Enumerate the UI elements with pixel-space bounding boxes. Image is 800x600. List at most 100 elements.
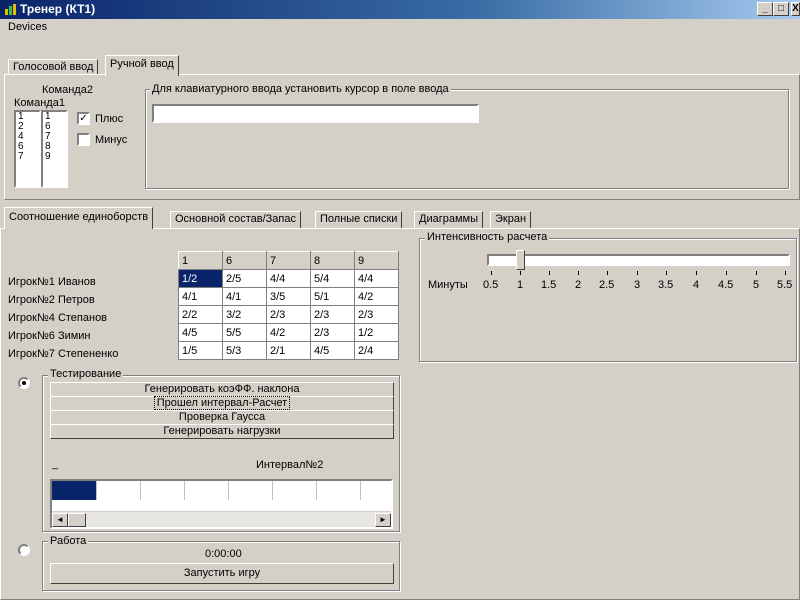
team2-label: Команда2: [42, 84, 93, 96]
interval-cell-filled: [52, 481, 96, 500]
slider-tick: [549, 271, 550, 275]
grid-cell[interactable]: 5/3: [222, 341, 267, 360]
grid-cell[interactable]: 4/4: [354, 269, 399, 288]
grid-cell[interactable]: 1/5: [178, 341, 223, 360]
slider-scale-label: 2: [575, 279, 582, 291]
ratio-grid[interactable]: 1 6 7 8 9 1/2 2/5 4/4 5/4 4/4 4/1 4/1 3/…: [178, 251, 399, 360]
team2-listbox[interactable]: 1 6 7 8 9: [41, 110, 68, 188]
team1-label: Команда1: [14, 97, 65, 109]
grid-cell[interactable]: 1/2: [178, 269, 223, 288]
minutes-label: Минуты: [428, 279, 468, 291]
grid-header-cell: 7: [266, 251, 311, 270]
interval-calc-button[interactable]: Прошел интервал-Расчет: [50, 396, 394, 411]
grid-cell[interactable]: 2/3: [310, 305, 355, 324]
interval-cell: [360, 481, 391, 500]
interval-cell: [96, 481, 140, 500]
slider-tick: [785, 271, 786, 275]
close-icon[interactable]: X: [791, 2, 800, 16]
slider-tick: [726, 271, 727, 275]
work-radio[interactable]: [18, 544, 30, 556]
grid-cell[interactable]: 2/5: [222, 269, 267, 288]
minimize-icon[interactable]: _: [757, 2, 773, 16]
slider-tick: [666, 271, 667, 275]
grid-cell[interactable]: 2/3: [310, 323, 355, 342]
grid-cell[interactable]: 5/1: [310, 287, 355, 306]
start-game-button[interactable]: Запустить игру: [50, 563, 394, 584]
gauss-check-button[interactable]: Проверка Гаусса: [50, 410, 394, 425]
button-label: Генерировать коэФФ. наклона: [144, 383, 300, 395]
grid-cell[interactable]: 4/4: [266, 269, 311, 288]
plus-checkbox[interactable]: ✓: [77, 112, 90, 125]
player-row-label: Игрок№7 Степененко: [8, 348, 119, 360]
grid-cell[interactable]: 4/1: [178, 287, 223, 306]
grid-cell[interactable]: 2/2: [178, 305, 223, 324]
scroll-thumb[interactable]: [68, 513, 86, 527]
plus-label: Плюс: [95, 113, 124, 125]
grid-cell[interactable]: 2/1: [266, 341, 311, 360]
interval-cell: [272, 481, 316, 500]
slider-scale-label: 1.5: [541, 279, 557, 291]
slider-scale-label: 4.5: [718, 279, 734, 291]
scroll-right-icon[interactable]: ►: [375, 513, 391, 527]
intensity-slider-thumb[interactable]: [516, 250, 525, 270]
grid-cell[interactable]: 4/1: [222, 287, 267, 306]
player-row-label: Игрок№2 Петров: [8, 294, 95, 306]
menu-devices[interactable]: Devices: [8, 21, 47, 33]
list-item[interactable]: 7: [16, 152, 39, 162]
keyboard-input-group-label: Для клавиатурного ввода установить курсо…: [150, 83, 451, 95]
grid-cell[interactable]: 4/5: [310, 341, 355, 360]
slider-scale-label: 3: [634, 279, 641, 291]
minus-label: Минус: [95, 134, 128, 146]
game-timer: 0:00:00: [205, 548, 242, 560]
slider-scale-label: 5.5: [777, 279, 793, 291]
tab-main-roster[interactable]: Основной состав/Запас: [170, 211, 301, 228]
tab-diagrams[interactable]: Диаграммы: [414, 211, 483, 228]
interval-label: Интервал№2: [256, 459, 324, 471]
status-dash: _: [52, 458, 59, 470]
intensity-group-label: Интенсивность расчета: [425, 231, 550, 243]
slider-tick: [520, 271, 521, 275]
testing-radio[interactable]: [18, 377, 30, 389]
grid-cell[interactable]: 5/5: [222, 323, 267, 342]
player-row-label: Игрок№4 Степанов: [8, 312, 108, 324]
tab-screen[interactable]: Экран: [490, 211, 532, 228]
slider-tick: [637, 271, 638, 275]
grid-cell[interactable]: 2/3: [266, 305, 311, 324]
tab-voice-input[interactable]: Голосовой ввод: [8, 59, 99, 75]
slider-tick: [578, 271, 579, 275]
grid-cell[interactable]: 3/5: [266, 287, 311, 306]
generate-slope-button[interactable]: Генерировать коэФФ. наклона: [50, 382, 394, 397]
testing-group-label: Тестирование: [48, 368, 124, 380]
grid-cell[interactable]: 2/4: [354, 341, 399, 360]
slider-scale-label: 2.5: [599, 279, 615, 291]
intensity-slider-track[interactable]: [487, 254, 790, 266]
button-label: Прошел интервал-Расчет: [153, 396, 291, 410]
slider-scale-label: 5: [753, 279, 760, 291]
menu-bar: Devices: [0, 19, 800, 37]
button-label: Проверка Гаусса: [178, 411, 266, 423]
grid-header-cell: 1: [178, 251, 223, 270]
player-row-label: Игрок№1 Иванов: [8, 276, 96, 288]
tab-manual-input[interactable]: Ручной ввод: [105, 55, 179, 76]
grid-cell[interactable]: 1/2: [354, 323, 399, 342]
grid-cell[interactable]: 5/4: [310, 269, 355, 288]
generate-loads-button[interactable]: Генерировать нагрузки: [50, 424, 394, 439]
grid-cell[interactable]: 3/2: [222, 305, 267, 324]
grid-cell[interactable]: 2/3: [354, 305, 399, 324]
minus-checkbox[interactable]: [77, 133, 90, 146]
slider-scale-label: 1: [517, 279, 524, 291]
grid-cell[interactable]: 4/2: [266, 323, 311, 342]
team1-listbox[interactable]: 1 2 4 6 7: [14, 110, 41, 188]
horizontal-scrollbar[interactable]: ◄ ►: [52, 511, 391, 527]
tab-full-lists[interactable]: Полные списки: [315, 211, 403, 228]
list-item[interactable]: 9: [43, 152, 66, 162]
grid-header-cell: 8: [310, 251, 355, 270]
slider-scale-label: 3.5: [658, 279, 674, 291]
grid-cell[interactable]: 4/2: [354, 287, 399, 306]
scroll-left-icon[interactable]: ◄: [52, 513, 68, 527]
grid-cell[interactable]: 4/5: [178, 323, 223, 342]
interval-strip[interactable]: ◄ ►: [50, 479, 393, 529]
command-input[interactable]: [152, 104, 479, 123]
tab-ratio[interactable]: Соотношение единоборств: [4, 207, 154, 229]
maximize-icon[interactable]: □: [773, 2, 789, 16]
